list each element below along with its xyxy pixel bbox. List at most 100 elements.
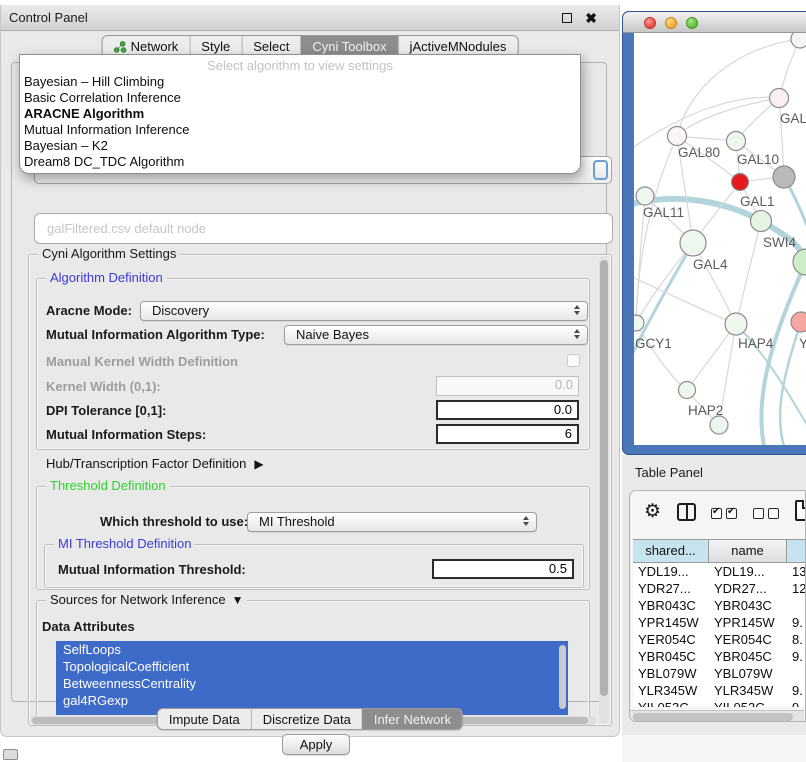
- hub-definition-expander[interactable]: Hub/Transcription Factor Definition ▶: [46, 456, 264, 471]
- tab-label: Infer Network: [374, 709, 451, 730]
- minimize-window-icon[interactable]: [665, 17, 677, 29]
- network-window-titlebar[interactable]: [623, 12, 806, 33]
- mi-threshold-field[interactable]: 0.5: [432, 559, 574, 579]
- gear-icon[interactable]: ⚙: [644, 500, 661, 523]
- algorithm-option[interactable]: Bayesian – Hill Climbing: [20, 74, 580, 90]
- table-cell: YBR043C: [709, 597, 787, 614]
- mi-steps-label: Mutual Information Steps:: [46, 427, 206, 442]
- mi-threshold-group-title: MI Threshold Definition: [54, 537, 195, 551]
- manual-kernel-label: Manual Kernel Width Definition: [46, 354, 238, 369]
- table-cell: 8.: [787, 631, 806, 648]
- settings-group-title: Cyni Algorithm Settings: [38, 247, 180, 261]
- network-node[interactable]: [725, 313, 747, 335]
- attribute-item[interactable]: SelfLoops: [56, 641, 568, 658]
- network-node[interactable]: [634, 315, 644, 331]
- table-cell: 9.: [787, 648, 806, 665]
- combo-stepper-focused[interactable]: [593, 160, 608, 180]
- column-header[interactable]: name: [709, 540, 787, 562]
- network-node[interactable]: [793, 249, 806, 275]
- table-cell: YLR345W: [709, 682, 787, 699]
- tab-discretize-data[interactable]: Discretize Data: [251, 709, 362, 729]
- node-label: GAL: [780, 111, 806, 126]
- network-node[interactable]: [770, 89, 789, 108]
- network-view-window: GALGAL80GAL10GAL1GAL11SWI4GAL4GCY1HAP4YH…: [622, 11, 806, 455]
- settings-vertical-scrollbar[interactable]: [599, 256, 609, 724]
- table-cell: 12: [787, 580, 806, 597]
- table-row[interactable]: YIL053CYIL053C9: [633, 699, 806, 707]
- split-columns-icon[interactable]: [677, 503, 696, 521]
- table-row[interactable]: YLR345WYLR345W9.: [633, 682, 806, 699]
- network-node[interactable]: [751, 211, 772, 232]
- table-row[interactable]: YDL19...YDL19...13: [633, 563, 806, 580]
- table-cell: YPR145W: [709, 614, 787, 631]
- algorithm-option[interactable]: Basic Correlation Inference: [20, 90, 580, 106]
- attribute-item[interactable]: TopologicalCoefficient: [56, 658, 568, 675]
- manual-kernel-checkbox[interactable]: [567, 354, 580, 367]
- mi-type-value: Naive Bayes: [296, 327, 369, 342]
- algorithm-option[interactable]: ARACNE Algorithm: [20, 106, 580, 122]
- zoom-window-icon[interactable]: [686, 17, 698, 29]
- apply-button[interactable]: Apply: [282, 734, 350, 755]
- network-node[interactable]: [680, 230, 706, 256]
- kernel-width-field[interactable]: 0.0: [436, 376, 579, 396]
- aracne-mode-combo[interactable]: Discovery: [140, 301, 588, 321]
- mi-steps-field[interactable]: 6: [436, 424, 579, 444]
- network-node[interactable]: [636, 187, 654, 205]
- close-window-icon[interactable]: [644, 17, 656, 29]
- node-label: GAL11: [643, 205, 684, 220]
- table-row[interactable]: YBR043CYBR043C: [633, 597, 806, 614]
- close-panel-icon[interactable]: ✖: [585, 10, 597, 27]
- table-row[interactable]: YDR27...YDR27...12: [633, 580, 806, 597]
- table-horizontal-scrollbar[interactable]: [630, 710, 804, 722]
- threshold-definition-title: Threshold Definition: [46, 479, 170, 493]
- attribute-item[interactable]: BetweennessCentrality: [56, 675, 568, 692]
- deselect-all-columns-icon[interactable]: [753, 508, 779, 519]
- data-attributes-list: SelfLoopsTopologicalCoefficientBetweenne…: [56, 641, 568, 715]
- table-row[interactable]: YER054CYER054C8.: [633, 631, 806, 648]
- sources-expander[interactable]: Sources for Network Inference ▼: [46, 593, 247, 607]
- network-node[interactable]: [710, 416, 728, 434]
- which-threshold-label: Which threshold to use:: [100, 514, 248, 529]
- algorithm-option[interactable]: Dream8 DC_TDC Algorithm: [20, 154, 580, 170]
- bottom-tabbar: Impute DataDiscretize Data Infer Network: [157, 708, 463, 730]
- table-row[interactable]: YBL079WYBL079W: [633, 665, 806, 682]
- tab-impute-data[interactable]: Impute Data: [158, 709, 251, 729]
- status-area: [622, 735, 806, 762]
- table-cell: YDR27...: [709, 580, 787, 597]
- table-cell: YIL053C: [709, 699, 787, 707]
- list-scrollbar[interactable]: [559, 645, 566, 709]
- network-node[interactable]: [679, 382, 696, 399]
- network-node[interactable]: [732, 174, 749, 191]
- which-threshold-combo[interactable]: MI Threshold: [247, 512, 537, 532]
- select-all-columns-icon[interactable]: [711, 508, 737, 519]
- mi-type-combo[interactable]: Naive Bayes: [284, 325, 588, 345]
- column-header[interactable]: [787, 540, 806, 562]
- network-node[interactable]: [791, 33, 806, 48]
- network-node[interactable]: [668, 127, 687, 146]
- combo-stepper-icon: [574, 305, 580, 315]
- table-row[interactable]: YPR145WYPR145W9.: [633, 614, 806, 631]
- new-table-icon[interactable]: [795, 500, 806, 521]
- node-label: SWI4: [763, 235, 796, 250]
- table-cell: 13: [787, 563, 806, 580]
- table-row[interactable]: YBR045CYBR045C9.: [633, 648, 806, 665]
- collapse-arrow-icon: ▼: [232, 593, 244, 607]
- node-label: HAP2: [688, 403, 723, 418]
- which-threshold-value: MI Threshold: [259, 514, 335, 529]
- network-canvas[interactable]: GALGAL80GAL10GAL1GAL11SWI4GAL4GCY1HAP4YH…: [634, 33, 806, 445]
- table-cell: YBR045C: [709, 648, 787, 665]
- column-header[interactable]: shared...: [633, 540, 709, 562]
- tab-infer-network[interactable]: Infer Network: [362, 709, 462, 729]
- dpi-tolerance-field[interactable]: 0.0: [436, 400, 579, 420]
- data-table-combo[interactable]: galFiltered.csv default node: [34, 213, 613, 244]
- collapsed-panel-icon[interactable]: [3, 749, 18, 760]
- network-node[interactable]: [727, 132, 746, 151]
- table-cell: 9.: [787, 614, 806, 631]
- network-node[interactable]: [773, 166, 795, 188]
- node-label: GCY1: [635, 336, 672, 351]
- algorithm-option[interactable]: Mutual Information Inference: [20, 122, 580, 138]
- algorithm-option[interactable]: Bayesian – K2: [20, 138, 580, 154]
- attribute-item[interactable]: gal4RGexp: [56, 692, 568, 709]
- network-node[interactable]: [791, 312, 806, 332]
- float-panel-icon[interactable]: [562, 13, 572, 23]
